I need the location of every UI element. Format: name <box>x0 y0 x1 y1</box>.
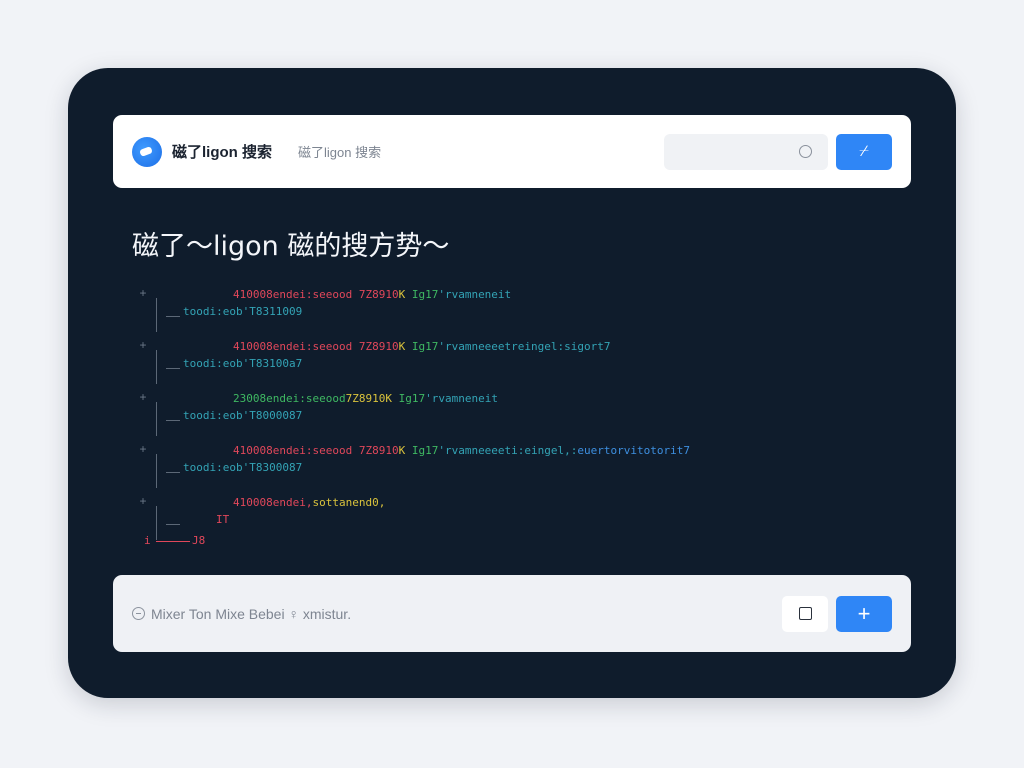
tree-connector <box>156 541 190 542</box>
expand-toggle-icon[interactable]: + <box>138 390 148 404</box>
result-tree: +410008endei:seeood 7Z8910K Ig17'rvamnen… <box>138 286 858 547</box>
search-icon[interactable] <box>799 144 812 158</box>
tree-node-text: K <box>398 288 412 301</box>
stop-button[interactable] <box>782 595 828 632</box>
tree-node-text: 'rvamneeeetreingel:sigort7 <box>438 340 611 353</box>
tree-node[interactable]: 410008endei:seeood 7Z8910K Ig17'rvamneee… <box>233 442 690 460</box>
tree-node-text: 410008endei:seeood 7Z8910 <box>233 288 399 301</box>
tree-footer-right: J8 <box>192 534 206 547</box>
tree-node[interactable]: 410008endei,sottanend0, <box>233 494 385 512</box>
brand-subtitle: 磁了ligon 搜索 <box>298 145 382 160</box>
page-heading: 磁了～ligon 磁的搜方势～ <box>132 231 450 262</box>
tree-node-text: 23008endei:seeood <box>233 392 346 405</box>
add-button[interactable]: + <box>836 595 892 632</box>
app-window: 磁了ligon 搜索 磁了ligon 搜索 ⌿ 磁了～ligon 磁的搜方势～ … <box>68 68 956 698</box>
tree-connector <box>156 454 157 488</box>
expand-toggle-icon[interactable]: + <box>138 338 148 352</box>
tree-connector <box>166 316 180 317</box>
tree-connector <box>156 350 157 384</box>
tree-child[interactable]: toodi:eob'T8000087 <box>183 407 302 425</box>
tree-connector <box>156 506 157 540</box>
status-text: Mixer Ton Mixe Bebei ♀ xmistur. <box>151 605 352 622</box>
tree-node-text: 410008endei:seeood 7Z8910 <box>233 444 399 457</box>
tree-node-text: Ig17 <box>411 288 439 301</box>
tree-node[interactable]: 410008endei:seeood 7Z8910K Ig17'rvamnene… <box>233 286 511 304</box>
tree-node-text: Ig17 <box>411 340 439 353</box>
tree-node-text: sottanend0, <box>312 496 386 509</box>
tree-footer-left: i <box>144 534 151 547</box>
tree-connector <box>166 420 180 421</box>
tree-node[interactable]: 410008endei:seeood 7Z8910K Ig17'rvamneee… <box>233 338 611 356</box>
expand-toggle-icon[interactable]: + <box>138 286 148 300</box>
tree-connector <box>156 402 157 436</box>
tree-node-text: Ig17 <box>398 392 426 405</box>
tree-node-text: 'rvamneneit <box>438 288 512 301</box>
tree-node-text: Ig17 <box>411 444 439 457</box>
tree-connector <box>166 472 180 473</box>
tree-child[interactable]: toodi:eob'T8311009 <box>183 303 302 321</box>
tree-node-text: K <box>385 392 399 405</box>
expand-toggle-icon[interactable]: + <box>138 442 148 456</box>
search-submit-button[interactable]: ⌿ <box>836 133 892 170</box>
tree-connector <box>166 368 180 369</box>
tree-node-text: 410008endei:seeood 7Z8910 <box>233 340 399 353</box>
submit-icon: ⌿ <box>859 142 869 160</box>
square-icon <box>798 607 812 620</box>
tree-connector <box>166 524 180 525</box>
tree-child[interactable]: toodi:eob'T83100a7 <box>183 355 302 373</box>
tree-node-text: 'rvamneneit <box>425 392 498 405</box>
status-icon <box>132 607 145 620</box>
tree-node[interactable]: 23008endei:seeood7Z8910K Ig17'rvamneneit <box>233 390 498 408</box>
tree-node-text: K <box>398 444 412 457</box>
bottom-bar: Mixer Ton Mixe Bebei ♀ xmistur. + <box>113 575 911 652</box>
tree-node-text: euertorvitotorit7 <box>577 444 690 457</box>
app-logo-icon[interactable] <box>132 136 162 167</box>
tree-child[interactable]: IT <box>216 511 229 529</box>
plus-icon: + <box>857 600 871 626</box>
tree-node-text: 7Z8910 <box>345 392 386 405</box>
expand-toggle-icon[interactable]: + <box>138 494 148 508</box>
tree-node-text: K <box>398 340 412 353</box>
top-bar: 磁了ligon 搜索 磁了ligon 搜索 ⌿ <box>113 115 911 188</box>
search-box[interactable] <box>664 133 828 170</box>
tree-connector <box>156 298 157 332</box>
tree-node-text: 410008endei, <box>233 496 313 509</box>
tree-node-text: 'rvamneeeeti:eingel,: <box>438 444 578 457</box>
brand-title[interactable]: 磁了ligon 搜索 <box>172 141 272 162</box>
tree-child[interactable]: toodi:eob'T8300087 <box>183 459 302 477</box>
